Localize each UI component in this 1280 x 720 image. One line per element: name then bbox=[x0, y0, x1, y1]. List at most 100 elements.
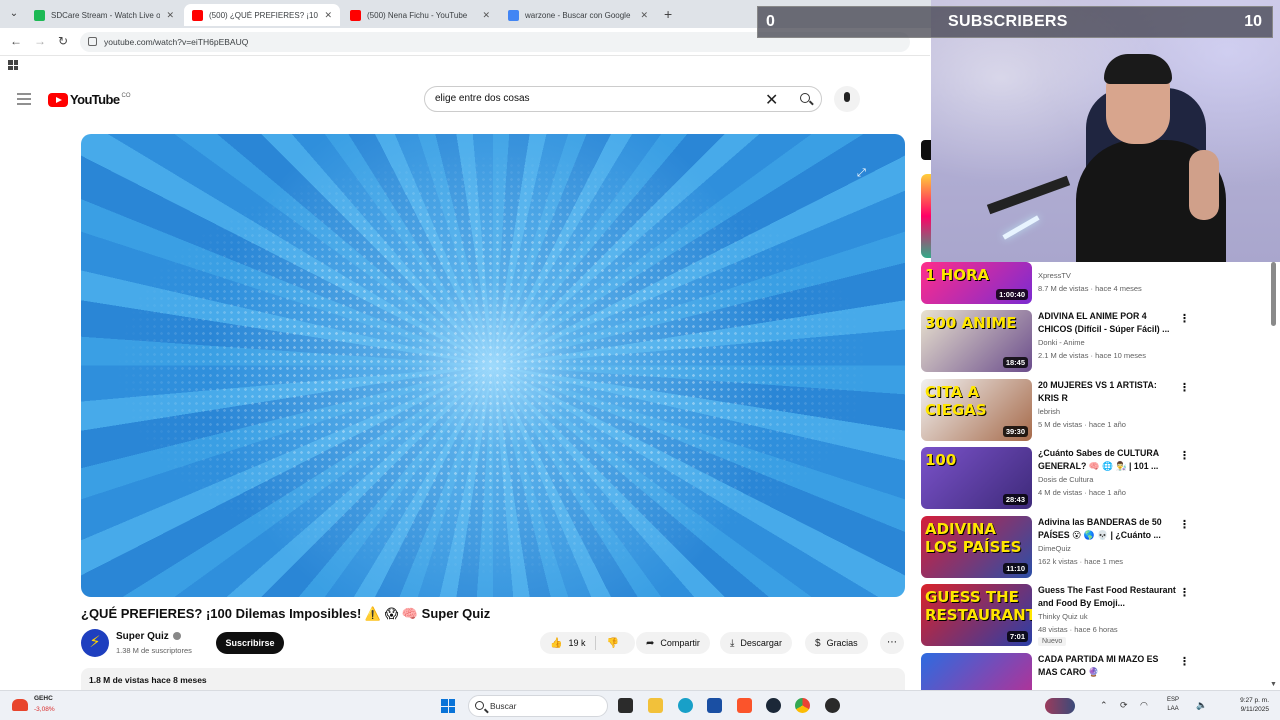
expand-icon[interactable]: ⤢ bbox=[857, 168, 867, 179]
more-options-icon[interactable]: ⋮ bbox=[1179, 312, 1190, 325]
more-options-icon[interactable]: ⋮ bbox=[1179, 586, 1190, 599]
recommended-channel[interactable]: Donki - Anime bbox=[1038, 338, 1085, 347]
tab-favicon-icon bbox=[34, 9, 45, 21]
channel-name[interactable]: Super Quiz bbox=[116, 631, 181, 642]
search-box[interactable]: elige entre dos cosas ✕ bbox=[424, 86, 822, 112]
like-dislike-group: 👍 19 k 👎 bbox=[540, 632, 635, 654]
recommendation-thumbnail[interactable] bbox=[921, 174, 931, 258]
file-explorer-icon[interactable] bbox=[648, 698, 663, 713]
scrollbar-thumb[interactable] bbox=[1271, 262, 1276, 326]
recommended-channel[interactable]: Thinky Quiz uk bbox=[1038, 612, 1088, 621]
recommended-video[interactable]: 100 28:43 ¿Cuánto Sabes de CULTURA GENERAL… bbox=[921, 447, 1261, 509]
browser-tab[interactable]: SDCare Stream - Watch Live on ✕ bbox=[26, 4, 182, 26]
wifi-icon[interactable]: ◠ bbox=[1140, 700, 1148, 711]
tab-search-icon[interactable]: ⌄ bbox=[6, 6, 22, 22]
clock[interactable]: 9:27 p. m. 9/11/2025 bbox=[1221, 696, 1269, 714]
more-options-icon[interactable]: ⋮ bbox=[1179, 655, 1190, 668]
more-options-icon[interactable]: ⋮ bbox=[1179, 518, 1190, 531]
recommended-video[interactable]: CITA A CIEGAS 39:30 20 MUJERES VS 1 ARTIST… bbox=[921, 379, 1261, 441]
subscribe-button[interactable]: Suscribirse bbox=[216, 632, 284, 654]
stock-name[interactable]: GEHC bbox=[34, 695, 53, 702]
like-count[interactable]: 19 k bbox=[568, 638, 585, 648]
browser-tab[interactable]: (500) ¿QUÉ PREFIERES? ¡100 Di ✕ bbox=[184, 4, 340, 26]
video-duration: 18:45 bbox=[1002, 357, 1028, 368]
browser-tab[interactable]: warzone - Buscar con Google ✕ bbox=[500, 4, 656, 26]
video-duration: 39:30 bbox=[1002, 426, 1028, 437]
edge-icon[interactable] bbox=[678, 698, 693, 713]
recommended-title[interactable]: Guess The Fast Food Restaurant and Food … bbox=[1038, 584, 1176, 610]
start-icon[interactable] bbox=[441, 699, 455, 713]
like-icon[interactable]: 👍 bbox=[550, 638, 562, 649]
close-tab-icon[interactable]: ✕ bbox=[482, 10, 490, 21]
new-tab-button[interactable]: + bbox=[664, 6, 672, 22]
recommended-channel[interactable]: Dosis de Cultura bbox=[1038, 475, 1093, 484]
search-button[interactable] bbox=[792, 87, 822, 111]
thumbnail-text: ADIVINA LOS PAÍSES bbox=[925, 520, 1022, 556]
recommended-video[interactable]: GUESS THE RESTAURANT 7:01 Guess The Fast F… bbox=[921, 584, 1261, 646]
video-player[interactable]: ⤢ bbox=[81, 134, 905, 597]
taskbar-search[interactable]: Buscar bbox=[468, 695, 1075, 717]
close-tab-icon[interactable]: ✕ bbox=[166, 10, 174, 21]
goal-start: 0 bbox=[766, 13, 775, 30]
close-tab-icon[interactable]: ✕ bbox=[324, 10, 332, 21]
forward-icon[interactable]: → bbox=[34, 34, 46, 48]
volume-icon[interactable]: 🔈 bbox=[1196, 700, 1207, 711]
dislike-icon[interactable]: 👎 bbox=[606, 638, 618, 649]
filter-chip[interactable] bbox=[921, 140, 931, 160]
video-thumbnail[interactable]: ADIVINA LOS PAÍSES 11:10 bbox=[921, 516, 1032, 578]
recommended-title[interactable]: CADA PARTIDA MI MAZO ES MAS CARO 🔮 bbox=[1038, 653, 1176, 679]
brave-icon[interactable] bbox=[737, 698, 752, 713]
more-options-icon[interactable]: ⋮ bbox=[1179, 381, 1190, 394]
recommended-meta: 48 vistas · hace 6 horas bbox=[1038, 625, 1118, 634]
recommended-title[interactable]: ADIVINA EL ANIME POR 4 CHICOS (Difícil -… bbox=[1038, 310, 1176, 336]
voice-search-button[interactable] bbox=[834, 86, 860, 112]
video-duration: 28:43 bbox=[1002, 494, 1028, 505]
video-thumbnail[interactable]: CITA A CIEGAS 39:30 bbox=[921, 379, 1032, 441]
video-thumbnail[interactable]: 300 ANIME 18:45 bbox=[921, 310, 1032, 372]
recommended-meta: 4 M de vistas · hace 1 año bbox=[1038, 488, 1126, 497]
thumbnail-text: CITA A CIEGAS bbox=[925, 383, 987, 419]
more-options-icon[interactable]: ⋮ bbox=[1179, 449, 1190, 462]
thanks-button[interactable]: $ Gracias bbox=[805, 632, 868, 654]
close-tab-icon[interactable]: ✕ bbox=[640, 10, 648, 21]
more-actions-icon[interactable]: ⋯ bbox=[880, 632, 904, 654]
recommended-title[interactable]: Adivina las BANDERAS de 50 PAÍSES 😮 🌎 💀 … bbox=[1038, 516, 1176, 542]
channel-avatar[interactable]: ⚡ bbox=[81, 629, 109, 657]
video-thumbnail[interactable]: 100 28:43 bbox=[921, 447, 1032, 509]
browser-tab[interactable]: (500) Nena Fichu - YouTube ✕ bbox=[342, 4, 498, 26]
video-thumbnail[interactable]: GUESS THE RESTAURANT 7:01 bbox=[921, 584, 1032, 646]
tab-favicon-icon bbox=[508, 9, 519, 21]
obs-icon[interactable] bbox=[825, 698, 840, 713]
recommended-channel[interactable]: DimeQuiz bbox=[1038, 544, 1071, 553]
stock-widget-icon[interactable] bbox=[12, 699, 28, 711]
recommended-title[interactable]: 20 MUJERES VS 1 ARTISTA: KRIS R bbox=[1038, 379, 1176, 405]
recommended-video[interactable]: ADIVINA LOS PAÍSES 11:10 Adivina las BANDE… bbox=[921, 516, 1261, 578]
search-input[interactable]: elige entre dos cosas bbox=[435, 93, 530, 104]
guide-menu-icon[interactable] bbox=[17, 93, 31, 108]
page-scrollbar[interactable]: ▼ bbox=[1268, 262, 1278, 688]
clear-search-icon[interactable]: ✕ bbox=[765, 90, 778, 110]
stock-change[interactable]: -3,08% bbox=[34, 706, 55, 713]
language-indicator[interactable]: ESP LAA bbox=[1167, 696, 1179, 714]
task-view-icon[interactable] bbox=[618, 698, 633, 713]
download-button[interactable]: ⤓ Descargar bbox=[720, 632, 792, 654]
store-icon[interactable] bbox=[707, 698, 722, 713]
scroll-down-icon[interactable]: ▼ bbox=[1270, 681, 1277, 688]
thanks-icon: $ bbox=[815, 637, 821, 649]
back-icon[interactable]: ← bbox=[10, 34, 22, 48]
site-info-icon[interactable] bbox=[88, 37, 97, 46]
video-duration: 1:00:40 bbox=[996, 289, 1028, 300]
network-icon[interactable]: ⟳ bbox=[1120, 700, 1128, 711]
tray-chevron-icon[interactable]: ⌃ bbox=[1100, 700, 1108, 711]
steam-icon[interactable] bbox=[766, 698, 781, 713]
reload-icon[interactable]: ↻ bbox=[58, 34, 68, 48]
video-thumbnail[interactable]: 1 HORA 1:00:40 bbox=[921, 262, 1032, 304]
recommended-channel[interactable]: XpressTV bbox=[1038, 271, 1071, 280]
apps-grid-icon[interactable] bbox=[8, 60, 18, 70]
youtube-logo[interactable]: YouTube CO bbox=[48, 92, 130, 107]
recommended-video[interactable]: 300 ANIME 18:45 ADIVINA EL ANIME POR 4 CHI… bbox=[921, 310, 1261, 372]
chrome-icon[interactable] bbox=[795, 698, 810, 713]
recommended-channel[interactable]: lebrish bbox=[1038, 407, 1060, 416]
share-button[interactable]: ➦ Compartir bbox=[636, 632, 710, 654]
recommended-title[interactable]: ¿Cuánto Sabes de CULTURA GENERAL? 🧠 🌐 👨‍… bbox=[1038, 447, 1176, 473]
